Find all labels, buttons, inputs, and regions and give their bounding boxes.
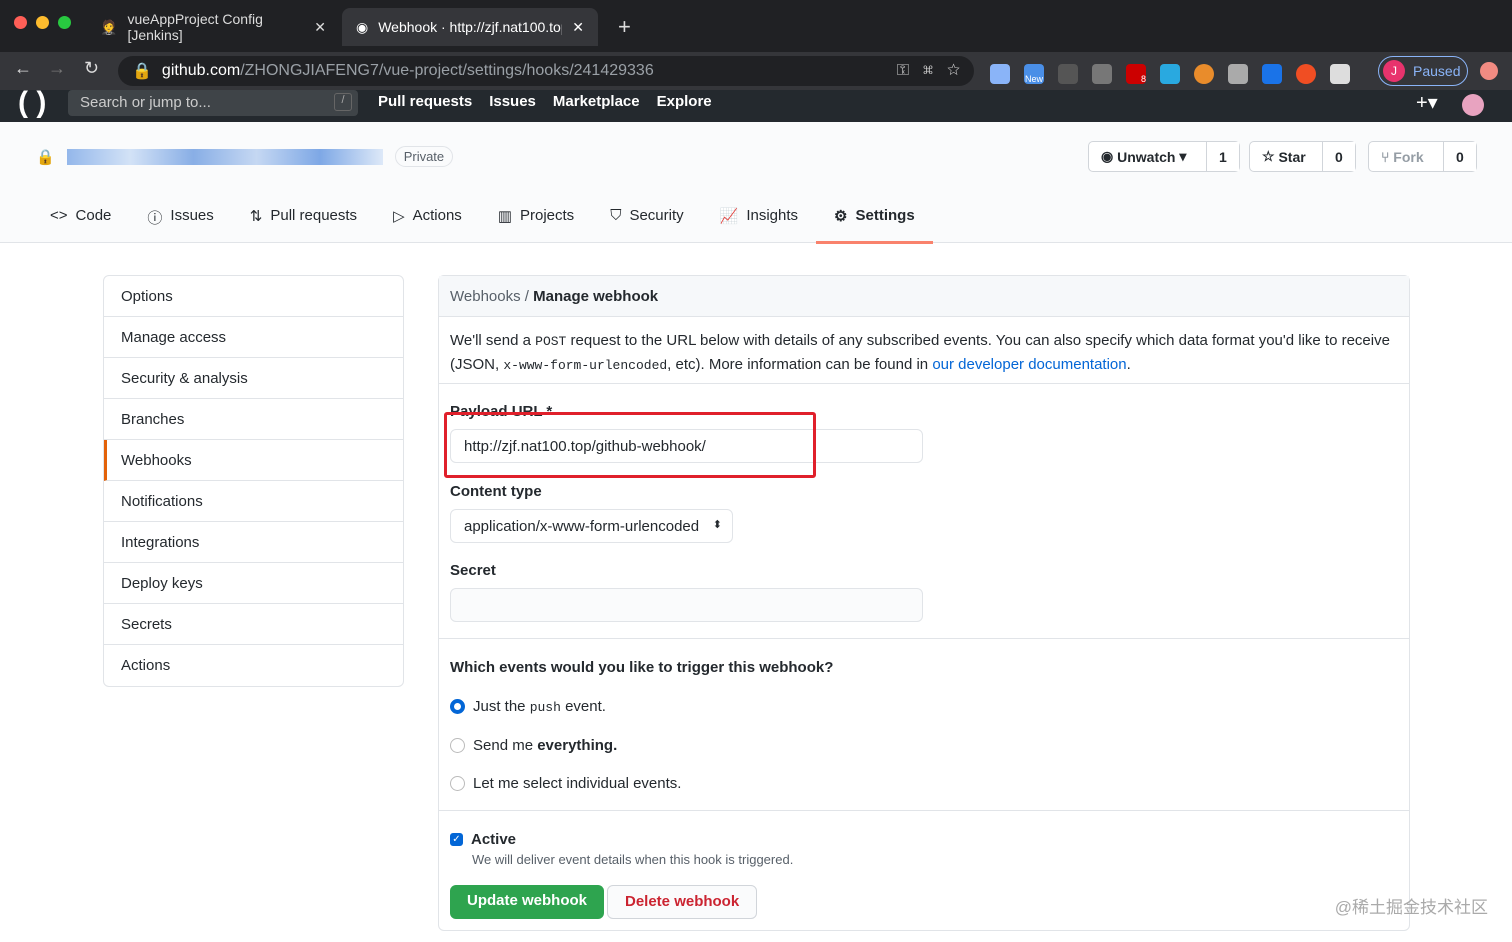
active-checkbox[interactable]: ✓ Active <box>450 831 516 848</box>
sidebar-item-manage-access[interactable]: Manage access <box>104 317 403 358</box>
radio-everything[interactable]: Send me everything. <box>450 737 617 754</box>
repo-name-redacted[interactable] <box>66 148 383 165</box>
docs-link[interactable]: our developer documentation <box>932 356 1126 373</box>
key-translate-star-icons[interactable]: ⚿ ⌘ ☆ <box>897 62 960 80</box>
back-icon[interactable]: ← <box>14 58 32 79</box>
lock-icon: 🔒 <box>132 63 152 80</box>
ext-icon[interactable] <box>1194 64 1214 84</box>
watch-button[interactable]: ◉ Unwatch ▾ 1 <box>1088 141 1240 172</box>
nav-marketplace[interactable]: Marketplace <box>553 93 640 110</box>
nav-issues[interactable]: Issues <box>489 93 536 110</box>
ext-icon[interactable] <box>1330 64 1350 84</box>
close-icon[interactable]: ✕ <box>572 19 584 36</box>
tab-security[interactable]: ⛉ Security <box>610 202 701 244</box>
webhook-form: Webhooks / Manage webhook We'll send a P… <box>438 275 1410 931</box>
sidebar-item-notifications[interactable]: Notifications <box>104 481 403 522</box>
settings-sidebar: Options Manage access Security & analysi… <box>103 275 404 687</box>
vue-icon[interactable] <box>1092 64 1112 84</box>
play-icon: ▷ <box>393 208 405 225</box>
jenkins-icon: 🤵 <box>100 18 118 35</box>
search-input[interactable]: Search or jump to... / <box>68 90 358 116</box>
tab-projects[interactable]: ▥ Projects <box>498 202 592 244</box>
radio-individual-events[interactable]: Let me select individual events. <box>450 775 681 792</box>
radio-push-event[interactable]: Just the push event. <box>450 698 606 715</box>
nav-explore[interactable]: Explore <box>657 93 712 110</box>
tab-pull-requests[interactable]: ⇅ Pull requests <box>250 202 375 244</box>
sidebar-item-options[interactable]: Options <box>104 276 403 317</box>
tab-actions[interactable]: ▷ Actions <box>393 202 480 244</box>
private-badge: Private <box>394 146 454 167</box>
tab-code[interactable]: <> Code <box>50 202 129 244</box>
shield-icon: ⛉ <box>610 207 622 224</box>
camera-icon[interactable] <box>1228 64 1248 84</box>
update-webhook-button[interactable]: Update webhook <box>450 885 605 919</box>
forward-icon[interactable]: → <box>48 58 66 79</box>
tab-webhook[interactable]: ◉ Webhook · http://zjf.nat100.top/g ✕ <box>342 8 598 46</box>
nav-pull-requests[interactable]: Pull requests <box>378 93 472 110</box>
address-bar[interactable]: 🔒 github.com/ZHONGJIAFENG7/vue-project/se… <box>118 56 974 86</box>
sidebar-item-webhooks[interactable]: Webhooks <box>104 440 403 481</box>
react-icon[interactable] <box>1058 64 1078 84</box>
sidebar-item-actions[interactable]: Actions <box>104 645 403 686</box>
create-new-icon[interactable]: +▾ <box>1416 90 1438 115</box>
update-icon[interactable] <box>1480 62 1498 80</box>
repo-header: 🔒 Private ◉ Unwatch ▾ 1 ☆ Star 0 ⑂ Fork 0 <>… <box>0 122 1512 244</box>
watermark: @稀土掘金技术社区 <box>1334 898 1488 917</box>
sidebar-item-branches[interactable]: Branches <box>104 399 403 440</box>
github-header: ( ) Search or jump to... / Pull requests I… <box>0 86 1512 122</box>
browser-tabbar: 🤵 vueAppProject Config [Jenkins] ✕ ◉ Webhoo… <box>0 0 1512 52</box>
lock-icon: 🔒 <box>36 148 55 166</box>
tab-issues[interactable]: ⓘ Issues <box>147 202 231 244</box>
tab-jenkins[interactable]: 🤵 vueAppProject Config [Jenkins] ✕ <box>86 8 340 46</box>
window-controls[interactable] <box>14 16 71 29</box>
select-arrows-icon: ⬍ <box>712 519 722 531</box>
intro-text: We'll send a POST request to the URL bel… <box>439 317 1409 384</box>
ext-new-icon[interactable]: New <box>1024 64 1044 84</box>
tab-insights[interactable]: 📈 Insights <box>720 202 816 244</box>
extensions[interactable]: New 8 <box>990 64 1350 84</box>
delete-webhook-button[interactable]: Delete webhook <box>607 885 758 919</box>
code-icon: <> <box>50 207 68 224</box>
sidebar-item-integrations[interactable]: Integrations <box>104 522 403 563</box>
sidebar-item-deploy-keys[interactable]: Deploy keys <box>104 563 403 604</box>
breadcrumb: Webhooks / Manage webhook <box>439 276 1409 317</box>
issue-icon: ⓘ <box>147 210 163 227</box>
project-icon: ▥ <box>497 208 512 225</box>
ext-icon[interactable] <box>1262 64 1282 84</box>
star-button[interactable]: ☆ Star 0 <box>1249 141 1356 172</box>
ext-icon[interactable] <box>1296 64 1316 84</box>
reload-icon[interactable]: ↻ <box>84 58 99 79</box>
graph-icon: 📈 <box>719 208 739 225</box>
secret-input[interactable] <box>450 588 923 622</box>
github-icon: ◉ <box>356 18 369 35</box>
gear-icon: ⚙ <box>834 208 848 225</box>
github-logo-icon[interactable]: ( ) <box>18 86 46 120</box>
sidebar-item-secrets[interactable]: Secrets <box>104 604 403 645</box>
ext-icon[interactable] <box>990 64 1010 84</box>
close-icon[interactable]: ✕ <box>314 19 326 36</box>
highlight-box <box>444 412 816 478</box>
webhooks-link[interactable]: Webhooks / <box>450 288 529 305</box>
profile-button[interactable]: J Paused <box>1378 56 1468 86</box>
adblock-icon[interactable]: 8 <box>1126 64 1146 84</box>
avatar[interactable] <box>1462 94 1484 116</box>
tab-settings[interactable]: ⚙ Settings <box>816 202 933 244</box>
pr-icon: ⇅ <box>249 208 263 225</box>
fork-button[interactable]: ⑂ Fork 0 <box>1368 141 1477 172</box>
content-type-select[interactable]: application/x-www-form-urlencoded ⬍ <box>450 509 733 543</box>
sidebar-item-security[interactable]: Security & analysis <box>104 358 403 399</box>
ext-icon[interactable] <box>1160 64 1180 84</box>
new-tab-button[interactable]: + <box>604 8 645 46</box>
